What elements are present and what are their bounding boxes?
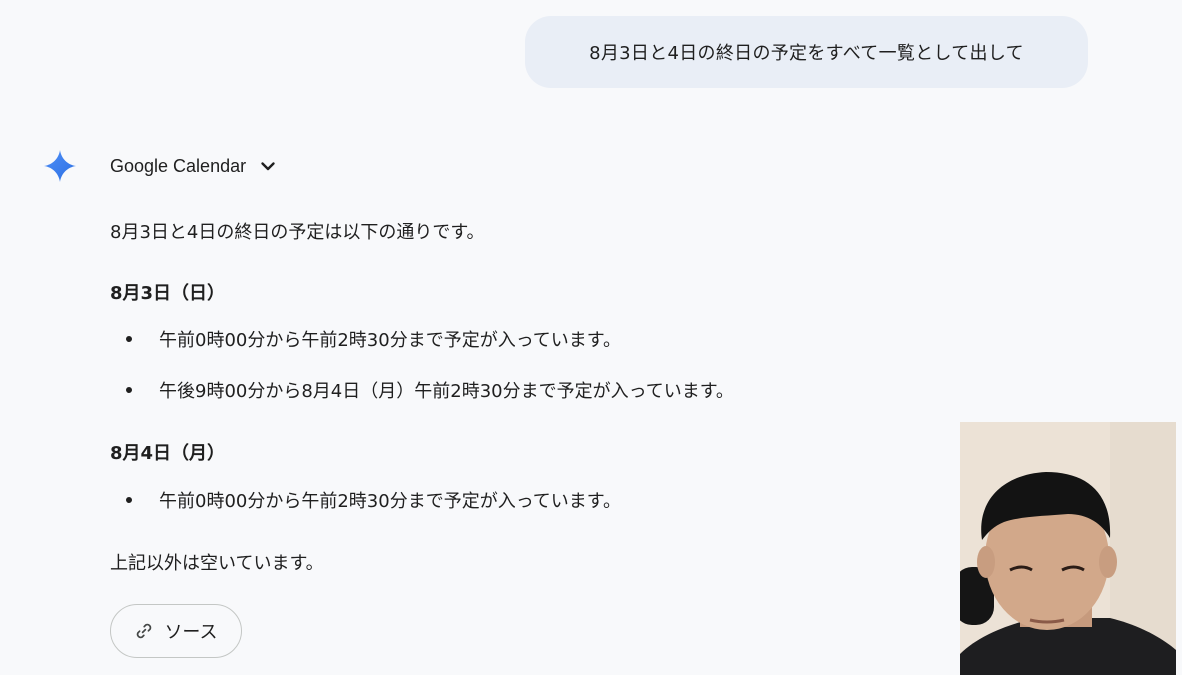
list-item: 午後9時00分から8月4日（月）午前2時30分まで予定が入っています。 (126, 377, 734, 403)
link-icon (137, 623, 152, 639)
section-heading: 8月3日（日） (110, 283, 226, 304)
list-item: 午前0時00分から午前2時30分まで予定が入っています。 (126, 487, 621, 513)
gemini-sparkle-icon (44, 150, 76, 182)
list-item-text: 午前0時00分から午前2時30分まで予定が入っています。 (159, 491, 622, 512)
chat-page: 8月3日と4日の終日の予定をすべて一覧として出して Google Calenda… (0, 0, 1182, 675)
tool-name: Google Calendar (110, 155, 247, 176)
bullet-icon (126, 497, 132, 503)
user-prompt-text: 8月3日と4日の終日の予定をすべて一覧として出して (589, 43, 1024, 64)
chevron-down-icon[interactable] (258, 156, 278, 176)
list-item-text: 午前0時00分から午前2時30分まで予定が入っています。 (159, 330, 622, 351)
user-prompt-bubble: 8月3日と4日の終日の予定をすべて一覧として出して (525, 16, 1088, 88)
source-label: ソース (164, 622, 218, 643)
tool-header-toggle[interactable]: Google Calendar (110, 152, 278, 180)
source-button[interactable]: ソース (110, 604, 242, 658)
bullet-icon (126, 336, 132, 342)
list-item-text: 午後9時00分から8月4日（月）午前2時30分まで予定が入っています。 (159, 381, 734, 402)
response-closing: 上記以外は空いています。 (110, 553, 324, 574)
section-heading: 8月4日（月） (110, 443, 226, 464)
list-item: 午前0時00分から午前2時30分まで予定が入っています。 (126, 326, 621, 352)
response-intro: 8月3日と4日の終日の予定は以下の通りです。 (110, 222, 485, 243)
bullet-icon (126, 387, 132, 393)
webcam-video-overlay (960, 422, 1176, 675)
